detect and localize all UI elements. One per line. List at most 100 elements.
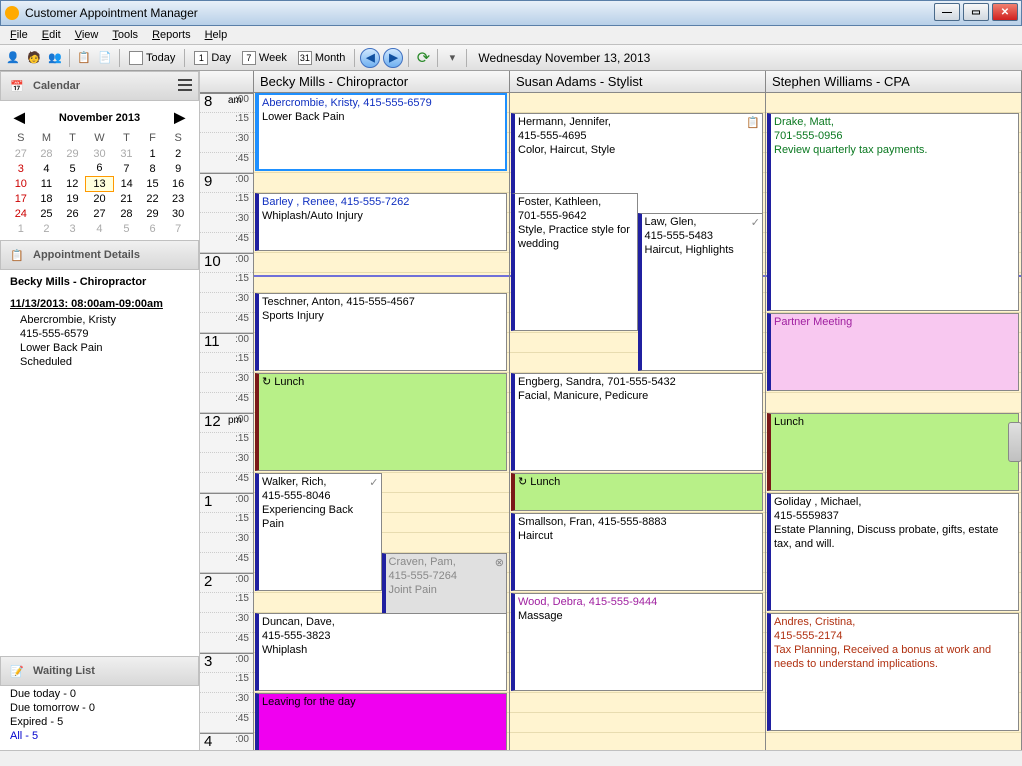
appointment-block[interactable]: Abercrombie, Kristy, 415-555-6579Lower B…: [255, 93, 507, 171]
refresh-icon[interactable]: ⟳: [414, 49, 432, 67]
day-view-button[interactable]: 1Day: [190, 49, 235, 67]
appointment-block[interactable]: Smallson, Fran, 415-555-8883Haircut: [511, 513, 763, 591]
column-header-1[interactable]: Susan Adams - Stylist: [510, 71, 766, 92]
calendar-day[interactable]: 26: [59, 206, 86, 221]
week-view-button[interactable]: 7Week: [238, 49, 291, 67]
today-button[interactable]: Today: [125, 49, 179, 67]
list-icon[interactable]: [178, 79, 192, 91]
calendar-day[interactable]: 10: [8, 176, 34, 191]
appointment-block[interactable]: ↻ Lunch: [255, 373, 507, 471]
menu-tools[interactable]: Tools: [106, 27, 144, 43]
calendar-day[interactable]: 1: [140, 146, 166, 161]
appointment-block[interactable]: ↻ Lunch: [511, 473, 763, 511]
view-icon-1[interactable]: 📋: [75, 49, 93, 67]
menu-view[interactable]: View: [69, 27, 105, 43]
view-icon-2[interactable]: 📄: [96, 49, 114, 67]
calendar-day[interactable]: 17: [8, 191, 34, 206]
prev-button[interactable]: ◀: [360, 48, 380, 68]
calendar-day[interactable]: 4: [86, 221, 113, 236]
appointment-block[interactable]: Goliday , Michael,415-5559837 Estate Pla…: [767, 493, 1019, 611]
calendar-day[interactable]: 3: [8, 161, 34, 176]
column-header-2[interactable]: Stephen Williams - CPA: [766, 71, 1022, 92]
vertical-scrollbar[interactable]: [1008, 422, 1022, 462]
month-view-button[interactable]: 31Month: [294, 49, 350, 67]
waiting-expired[interactable]: Expired - 5: [10, 716, 189, 728]
menu-edit[interactable]: Edit: [36, 27, 67, 43]
calendar-day[interactable]: 14: [113, 176, 140, 191]
calendar-day[interactable]: 6: [140, 221, 166, 236]
appointment-details-header[interactable]: 📋 Appointment Details: [0, 240, 199, 270]
calendar-day[interactable]: 7: [113, 161, 140, 176]
waiting-list-header[interactable]: 📝 Waiting List: [0, 656, 199, 686]
appointment-block[interactable]: Drake, Matt,701-555-0956 Review quarterl…: [767, 113, 1019, 311]
close-button[interactable]: ✕: [992, 3, 1018, 21]
appointment-block[interactable]: Leaving for the day: [255, 693, 507, 750]
waiting-due-tomorrow[interactable]: Due tomorrow - 0: [10, 702, 189, 714]
mini-calendar-grid[interactable]: SMTWTFS272829303112345678910111213141516…: [8, 130, 191, 236]
appointment-block[interactable]: Andres, Cristina,415-555-2174 Tax Planni…: [767, 613, 1019, 731]
column-header-0[interactable]: Becky Mills - Chiropractor: [254, 71, 510, 92]
menu-reports[interactable]: Reports: [146, 27, 197, 43]
calendar-day[interactable]: 7: [165, 221, 191, 236]
calendar-day[interactable]: 20: [86, 191, 113, 206]
appointment-block[interactable]: Foster, Kathleen,701-555-9642 Style, Pra…: [511, 193, 638, 331]
calendar-day[interactable]: 5: [59, 161, 86, 176]
calendar-day[interactable]: 3: [59, 221, 86, 236]
maximize-button[interactable]: ▭: [963, 3, 989, 21]
calendar-day[interactable]: 28: [34, 146, 60, 161]
appointment-block[interactable]: Engberg, Sandra, 701-555-5432Facial, Man…: [511, 373, 763, 471]
minimize-button[interactable]: —: [934, 3, 960, 21]
new-customer-icon[interactable]: 🧑: [25, 49, 43, 67]
calendar-day[interactable]: 1: [8, 221, 34, 236]
waiting-due-today[interactable]: Due today - 0: [10, 688, 189, 700]
calendar-day[interactable]: 16: [165, 176, 191, 191]
calendar-day[interactable]: 30: [165, 206, 191, 221]
filter-icon[interactable]: ▾: [443, 49, 461, 67]
appointment-block[interactable]: Law, Glen,415-555-5483 Haircut, Highligh…: [638, 213, 764, 371]
calendar-day[interactable]: 8: [140, 161, 166, 176]
calendar-panel-header[interactable]: 📅 Calendar: [0, 71, 199, 101]
cal-next-button[interactable]: ▶: [168, 109, 191, 126]
calendar-day[interactable]: 11: [34, 176, 60, 191]
calendar-day[interactable]: 4: [34, 161, 60, 176]
appointment-block[interactable]: Barley , Renee, 415-555-7262Whiplash/Aut…: [255, 193, 507, 251]
calendar-day[interactable]: 22: [140, 191, 166, 206]
appointment-block[interactable]: Lunch: [767, 413, 1019, 491]
menu-file[interactable]: File: [4, 27, 34, 43]
calendar-day[interactable]: 15: [140, 176, 166, 191]
calendar-day[interactable]: 2: [165, 146, 191, 161]
appointment-block[interactable]: Wood, Debra, 415-555-9444Massage: [511, 593, 763, 691]
calendar-day[interactable]: 30: [86, 146, 113, 161]
customers-icon[interactable]: 👥: [46, 49, 64, 67]
calendar-day[interactable]: 28: [113, 206, 140, 221]
calendar-day[interactable]: 29: [140, 206, 166, 221]
calendar-day[interactable]: 27: [86, 206, 113, 221]
calendar-day[interactable]: 13: [86, 176, 113, 191]
calendar-day[interactable]: 21: [113, 191, 140, 206]
day-column-1[interactable]: Hermann, Jennifer,415-555-4695 Color, Ha…: [510, 93, 766, 750]
day-column-2[interactable]: Drake, Matt,701-555-0956 Review quarterl…: [766, 93, 1022, 750]
calendar-day[interactable]: 31: [113, 146, 140, 161]
appointment-block[interactable]: Partner Meeting: [767, 313, 1019, 391]
next-button[interactable]: ▶: [383, 48, 403, 68]
calendar-day[interactable]: 25: [34, 206, 60, 221]
calendar-day[interactable]: 9: [165, 161, 191, 176]
calendar-day[interactable]: 12: [59, 176, 86, 191]
calendar-day[interactable]: 19: [59, 191, 86, 206]
menu-help[interactable]: Help: [199, 27, 234, 43]
waiting-all[interactable]: All - 5: [10, 730, 189, 742]
calendar-day[interactable]: 23: [165, 191, 191, 206]
calendar-day[interactable]: 6: [86, 161, 113, 176]
calendar-day[interactable]: 5: [113, 221, 140, 236]
appointment-block[interactable]: Teschner, Anton, 415-555-4567Sports Inju…: [255, 293, 507, 371]
calendar-day[interactable]: 2: [34, 221, 60, 236]
calendar-day[interactable]: 18: [34, 191, 60, 206]
new-appointment-icon[interactable]: 👤: [4, 49, 22, 67]
cal-prev-button[interactable]: ◀: [8, 109, 31, 126]
calendar-day[interactable]: 27: [8, 146, 34, 161]
day-column-0[interactable]: Abercrombie, Kristy, 415-555-6579Lower B…: [254, 93, 510, 750]
appointment-block[interactable]: Duncan, Dave,415-555-3823 Whiplash: [255, 613, 507, 691]
calendar-day[interactable]: 24: [8, 206, 34, 221]
appointment-block[interactable]: Walker, Rich,415-555-8046 Experiencing B…: [255, 473, 382, 591]
calendar-day[interactable]: 29: [59, 146, 86, 161]
